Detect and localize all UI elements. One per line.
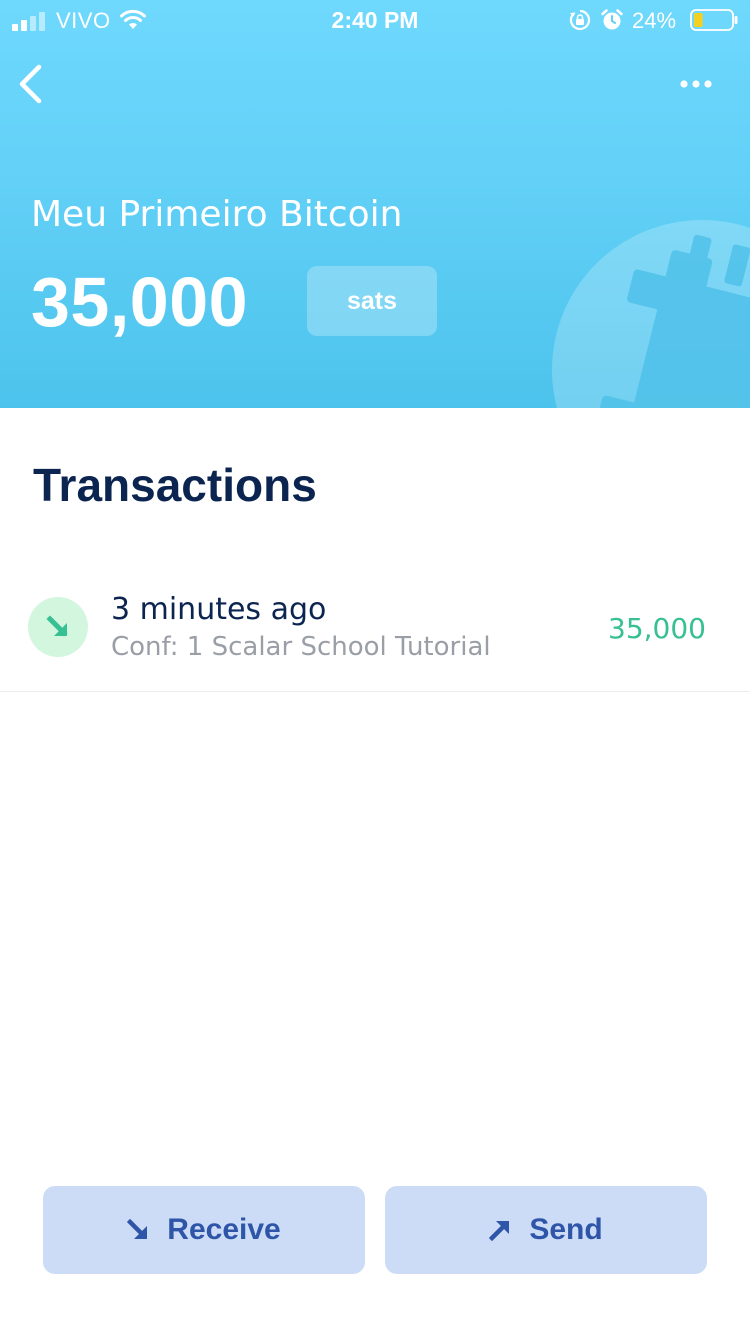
arrow-up-right-icon — [489, 1221, 510, 1241]
receive-label: Receive — [167, 1213, 281, 1246]
receive-button[interactable]: Receive — [43, 1186, 365, 1274]
transaction-memo: Conf: 1 Scalar School Tutorial — [111, 632, 491, 662]
incoming-transaction-badge — [28, 597, 88, 657]
transaction-row[interactable]: 3 minutes ago Conf: 1 Scalar School Tuto… — [0, 568, 750, 692]
transaction-amount: 35,000 — [608, 612, 706, 645]
arrow-down-right-icon — [46, 615, 68, 637]
back-button[interactable] — [14, 62, 50, 106]
bitcoin-icon — [552, 220, 750, 408]
send-label: Send — [529, 1213, 603, 1246]
more-options-button[interactable] — [676, 70, 716, 98]
rotation-lock-icon — [569, 9, 591, 31]
alarm-icon — [601, 9, 623, 30]
balance-unit-toggle[interactable]: sats — [307, 266, 437, 336]
transaction-time: 3 minutes ago — [111, 592, 327, 627]
arrow-down-right-icon — [127, 1219, 148, 1239]
wallet-header: VIVO 2:40 PM 24% Meu Primeiro Bitcoin 35… — [0, 0, 750, 408]
wallet-name: Meu Primeiro Bitcoin — [31, 194, 403, 235]
transactions-heading: Transactions — [33, 459, 317, 511]
send-button[interactable]: Send — [385, 1186, 707, 1274]
status-bar: VIVO 2:40 PM 24% — [0, 0, 750, 40]
wallet-balance: 35,000 — [31, 263, 249, 341]
battery-icon — [690, 9, 738, 31]
battery-percent: 24% — [632, 8, 677, 33]
